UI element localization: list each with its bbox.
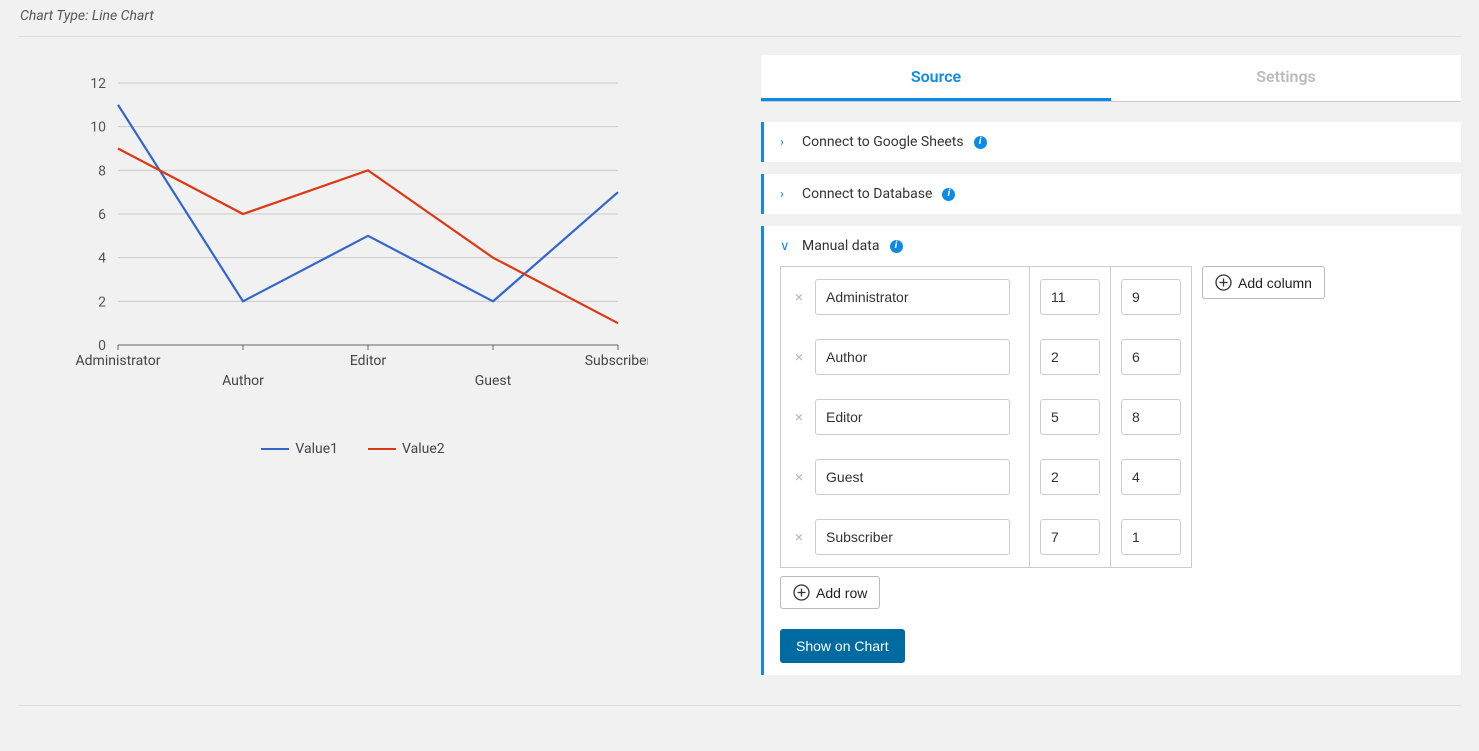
remove-row-button[interactable]: × (791, 530, 807, 545)
accordion-title-google-sheets: Connect to Google Sheets (802, 134, 964, 150)
info-icon[interactable]: i (942, 188, 955, 201)
legend-swatch-value2 (368, 448, 396, 450)
accordion-manual-data: ∨ Manual data i × × × × × Add column (761, 226, 1461, 675)
accordion-title-database: Connect to Database (802, 186, 932, 202)
svg-text:2: 2 (98, 294, 106, 310)
svg-text:8: 8 (98, 163, 106, 179)
accordion-database[interactable]: › Connect to Database i (761, 174, 1461, 214)
svg-text:12: 12 (90, 76, 106, 92)
row-value2-input[interactable] (1121, 339, 1181, 375)
accordion-title-manual: Manual data (802, 238, 880, 254)
remove-row-button[interactable]: × (791, 290, 807, 305)
remove-row-button[interactable]: × (791, 470, 807, 485)
info-icon[interactable]: i (974, 136, 987, 149)
row-value2-input[interactable] (1121, 519, 1181, 555)
legend-swatch-value1 (261, 448, 289, 450)
row-value1-input[interactable] (1040, 279, 1100, 315)
line-chart: 0 2 4 6 8 10 12 Administrator Author Editor Guest S… (58, 65, 648, 445)
svg-text:Subscriber: Subscriber (585, 353, 648, 369)
add-row-button[interactable]: Add row (780, 576, 880, 609)
svg-text:Author: Author (222, 373, 264, 389)
row-label-input[interactable] (815, 399, 1010, 435)
row-label-input[interactable] (815, 459, 1010, 495)
svg-text:Guest: Guest (475, 373, 512, 389)
accordion-google-sheets[interactable]: › Connect to Google Sheets i (761, 122, 1461, 162)
plus-circle-icon (1215, 274, 1232, 291)
add-column-button[interactable]: Add column (1202, 266, 1325, 299)
add-row-label: Add row (816, 585, 867, 601)
plus-circle-icon (793, 584, 810, 601)
remove-row-button[interactable]: × (791, 410, 807, 425)
row-value1-input[interactable] (1040, 399, 1100, 435)
accordion-header-manual[interactable]: ∨ Manual data i (780, 238, 1445, 254)
row-value1-input[interactable] (1040, 519, 1100, 555)
svg-text:6: 6 (98, 207, 106, 223)
chart-type-label: Chart Type: Line Chart (18, 4, 1461, 37)
chevron-down-icon: ∨ (780, 239, 792, 254)
chevron-right-icon: › (780, 187, 792, 202)
svg-text:Editor: Editor (350, 353, 387, 369)
info-icon[interactable]: i (890, 240, 903, 253)
svg-text:0: 0 (98, 338, 106, 354)
show-on-chart-button[interactable]: Show on Chart (780, 629, 905, 663)
row-value2-input[interactable] (1121, 399, 1181, 435)
svg-text:Administrator: Administrator (76, 353, 161, 369)
row-label-input[interactable] (815, 279, 1010, 315)
row-value1-input[interactable] (1040, 459, 1100, 495)
tab-settings[interactable]: Settings (1111, 55, 1461, 101)
chart-editor-pane: Source Settings › Connect to Google Shee… (761, 55, 1461, 687)
manual-data-table: × × × × × (780, 266, 1192, 568)
chevron-right-icon: › (780, 135, 792, 150)
editor-tabs: Source Settings (761, 55, 1461, 102)
row-value2-input[interactable] (1121, 459, 1181, 495)
row-label-input[interactable] (815, 519, 1010, 555)
row-value2-input[interactable] (1121, 279, 1181, 315)
remove-row-button[interactable]: × (791, 350, 807, 365)
add-column-label: Add column (1238, 275, 1312, 291)
chart-preview-pane: 0 2 4 6 8 10 12 Administrator Author Editor Guest S… (18, 55, 741, 687)
svg-text:10: 10 (90, 120, 106, 136)
tab-source[interactable]: Source (761, 55, 1111, 101)
row-value1-input[interactable] (1040, 339, 1100, 375)
svg-text:4: 4 (98, 251, 106, 267)
row-label-input[interactable] (815, 339, 1010, 375)
